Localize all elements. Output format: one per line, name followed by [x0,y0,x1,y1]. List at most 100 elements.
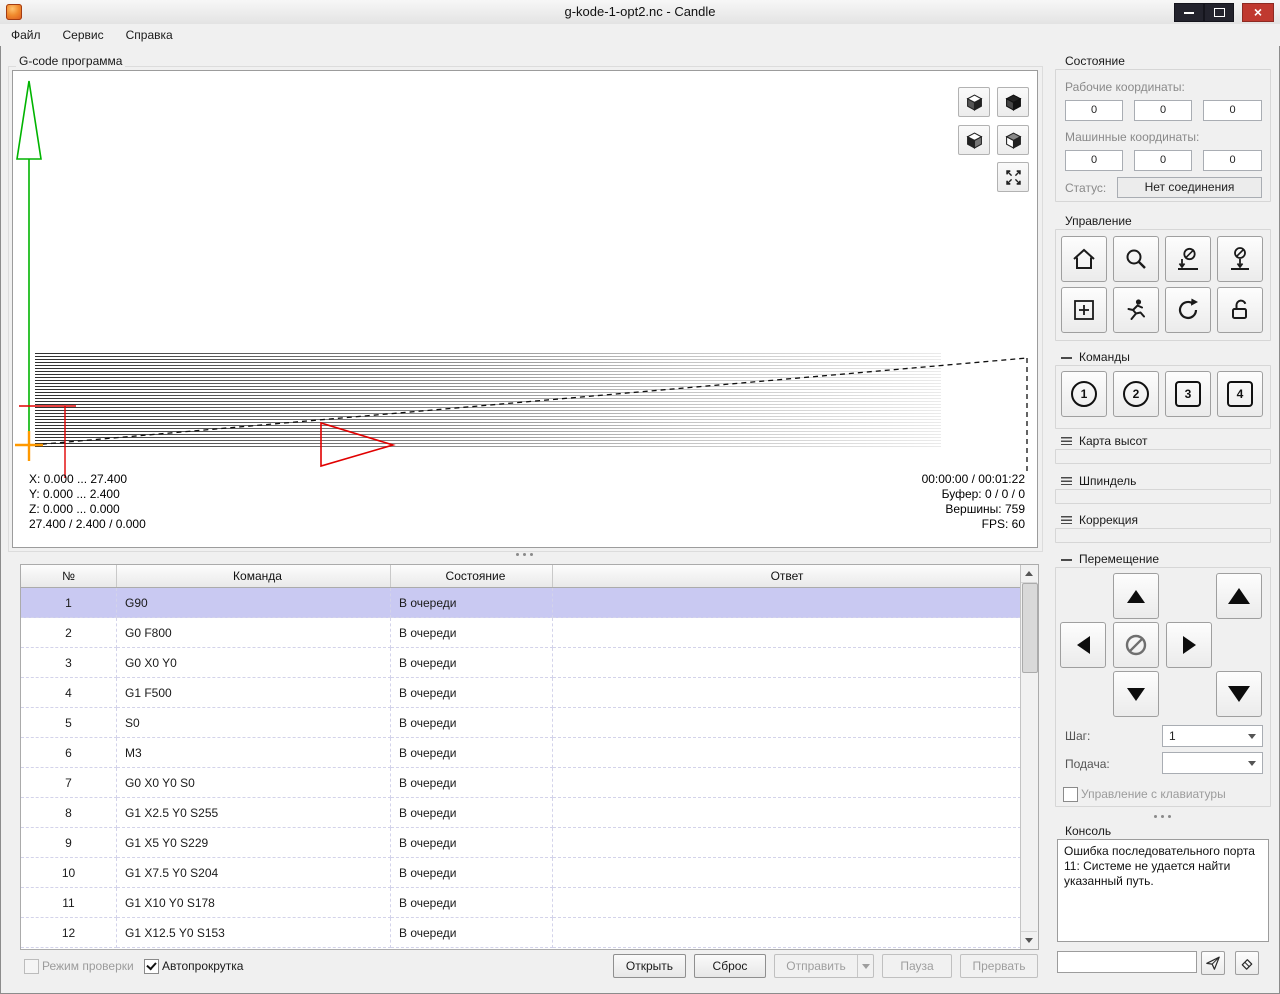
console-send-button[interactable] [1201,951,1225,975]
table-row[interactable]: 2 G0 F800 В очереди [21,618,1021,648]
scroll-thumb[interactable] [1022,583,1038,673]
console-input[interactable] [1057,951,1197,973]
send-dropdown-button[interactable] [857,955,873,977]
row-number: 10 [21,858,117,888]
heightmap-expand-button[interactable] [1061,437,1072,445]
jog-z-plus-button[interactable] [1216,573,1262,619]
jog-stop-button[interactable] [1113,622,1159,668]
probe-button[interactable] [1113,236,1159,282]
table-scrollbar[interactable] [1020,565,1038,949]
zero-xy-button[interactable] [1165,236,1211,282]
table-row[interactable]: 3 G0 X0 Y0 В очереди [21,648,1021,678]
spindle-expand-button[interactable] [1061,477,1072,485]
row-response [553,678,1021,708]
table-row[interactable]: 7 G0 X0 Y0 S0 В очереди [21,768,1021,798]
row-state: В очереди [391,678,553,708]
pause-button[interactable]: Пауза [882,954,952,978]
row-state: В очереди [391,888,553,918]
reset-button[interactable] [1165,287,1211,333]
row-response [553,738,1021,768]
header-response: Ответ [770,569,804,583]
row-number: 2 [21,618,117,648]
row-number: 3 [21,648,117,678]
menu-file[interactable]: Файл [0,25,52,45]
commands-collapse-button[interactable] [1061,357,1072,359]
view-side-button[interactable] [997,125,1029,155]
step-combobox[interactable]: 1 [1162,725,1263,747]
feed-combobox[interactable] [1162,752,1263,774]
work-x-field: 0 [1065,100,1123,121]
scroll-up-icon [1025,571,1033,576]
jog-y-minus-button[interactable] [1113,671,1159,717]
user-command-2-button[interactable]: 2 [1113,371,1159,417]
keyboard-control-checkbox[interactable] [1063,787,1078,802]
home-button[interactable] [1061,236,1107,282]
zero-z-button[interactable] [1217,236,1263,282]
user-command-1-button[interactable]: 1 [1061,371,1107,417]
correction-expand-button[interactable] [1061,516,1072,524]
autoscroll-checkbox[interactable] [144,959,159,974]
unlock-icon [1232,299,1247,319]
toolpath-canvas[interactable]: X: 0.000 ... 27.400 Y: 0.000 ... 2.400 Z… [12,70,1038,548]
table-row[interactable]: 5 S0 В очереди [21,708,1021,738]
restore-origin-button[interactable] [1061,287,1107,333]
table-row[interactable]: 8 G1 X2.5 Y0 S255 В очереди [21,798,1021,828]
table-row[interactable]: 12 G1 X12.5 Y0 S153 В очереди [21,918,1021,948]
reset-file-button[interactable]: Сброс [694,954,766,978]
unlock-button[interactable] [1217,287,1263,333]
row-command: G0 F800 [117,618,391,648]
close-button[interactable]: × [1242,3,1274,22]
commands-panel-title: Команды [1077,350,1132,364]
maximize-icon [1213,8,1225,17]
send-button[interactable]: Отправить [774,954,874,978]
toolpath-raster-fade [35,353,941,449]
view-front-button[interactable] [958,125,990,155]
table-row[interactable]: 11 G1 X10 Y0 S178 В очереди [21,888,1021,918]
correction-panel-title: Коррекция [1077,513,1141,527]
jog-x-plus-button[interactable] [1166,622,1212,668]
machine-x-field: 0 [1065,150,1123,171]
row-state: В очереди [391,828,553,858]
safe-position-button[interactable] [1113,287,1159,333]
maximize-button[interactable] [1204,3,1234,22]
safe-position-icon [1127,299,1145,320]
jog-stop-icon [1125,634,1147,656]
jog-z-minus-button[interactable] [1216,671,1262,717]
machine-coords-label: Машинные координаты: [1065,130,1200,144]
scroll-up-button[interactable] [1021,565,1037,583]
table-row[interactable]: 4 G1 F500 В очереди [21,678,1021,708]
view-isometric-button[interactable] [997,87,1029,117]
table-row[interactable]: 10 G1 X7.5 Y0 S204 В очереди [21,858,1021,888]
scroll-down-button[interactable] [1021,931,1037,949]
open-button[interactable]: Открыть [613,954,686,978]
view-top-button[interactable] [958,87,990,117]
keyboard-control-label: Управление с клавиатуры [1081,787,1226,801]
minimize-button[interactable] [1174,3,1204,22]
console-clear-button[interactable] [1235,951,1259,975]
fit-view-button[interactable] [997,162,1029,192]
row-response [553,588,1021,618]
right-splitter-handle[interactable] [1142,815,1182,818]
status-label: Статус: [1065,181,1107,195]
menu-help[interactable]: Справка [115,25,184,45]
title-bar[interactable]: g-kode-1-opt2.nc - Candle × [0,0,1280,25]
table-row[interactable]: 6 M3 В очереди [21,738,1021,768]
user-command-4-button[interactable]: 4 [1217,371,1263,417]
main-splitter-handle[interactable] [500,553,548,556]
abort-button[interactable]: Прервать [960,954,1038,978]
user-command-3-button[interactable]: 3 [1165,371,1211,417]
menu-service[interactable]: Сервис [52,25,115,45]
header-number: № [21,565,117,587]
jog-x-minus-button[interactable] [1060,622,1106,668]
row-response [553,798,1021,828]
jog-up-icon [1127,589,1145,603]
check-mode-checkbox[interactable] [24,959,39,974]
jog-y-plus-button[interactable] [1113,573,1159,619]
window-title: g-kode-1-opt2.nc - Candle [564,4,716,19]
row-state: В очереди [391,648,553,678]
table-row[interactable]: 1 G90 В очереди [21,588,1021,618]
table-row[interactable]: 9 G1 X5 Y0 S229 В очереди [21,828,1021,858]
jog-collapse-button[interactable] [1061,559,1072,561]
time-estimate: 00:00:00 / 00:01:22 [921,472,1025,486]
z-range: Z: 0.000 ... 0.000 [29,502,120,516]
